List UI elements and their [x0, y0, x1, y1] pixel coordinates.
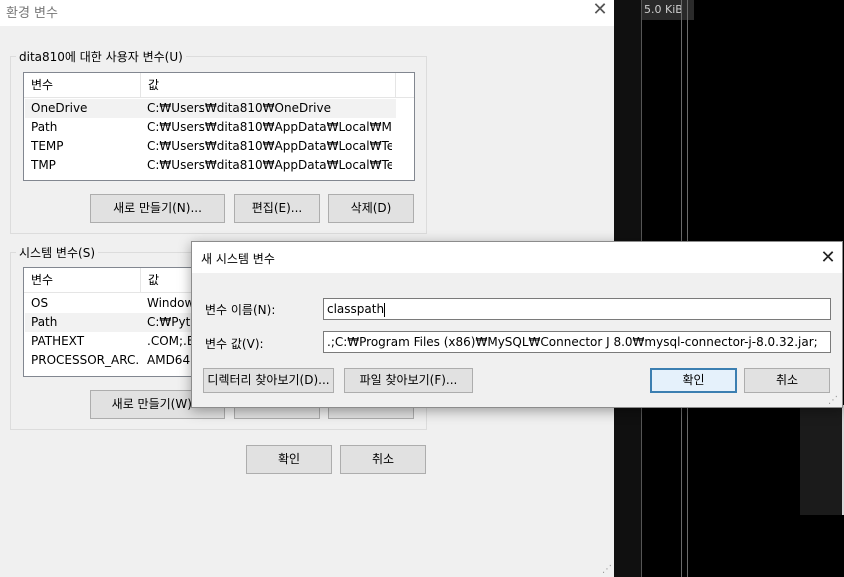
variable-name-label: 변수 이름(N):: [205, 303, 276, 317]
table-row[interactable]: OneDrive C:₩Users₩dita810₩OneDrive: [25, 99, 396, 118]
cancel-button[interactable]: 취소: [340, 445, 426, 474]
table-row[interactable]: Path C:₩Users₩dita810₩AppData₩Local₩Micr…: [25, 118, 396, 137]
scroll-area: [800, 405, 844, 515]
row-name: TMP: [31, 158, 56, 172]
browse-file-button[interactable]: 파일 찾아보기(F)...: [344, 368, 473, 393]
variable-name-value: classpath: [327, 302, 385, 316]
popup-cancel-button[interactable]: 취소: [744, 368, 830, 393]
user-variables-list[interactable]: 변수 값 OneDrive C:₩Users₩dita810₩OneDrive …: [23, 72, 415, 181]
column-header-variable[interactable]: 변수: [24, 73, 141, 98]
popup-ok-button[interactable]: 확인: [650, 368, 737, 393]
user-new-button[interactable]: 새로 만들기(N)...: [90, 194, 225, 223]
text-caret: [384, 302, 386, 317]
list-header: 변수 값: [24, 73, 414, 98]
column-header-variable[interactable]: 변수: [24, 268, 141, 293]
row-name: TEMP: [31, 139, 64, 153]
variable-value-label: 변수 값(V):: [205, 337, 264, 351]
resize-grip-icon[interactable]: ⋰: [602, 564, 614, 576]
row-value: C:₩Users₩dita810₩AppData₩Local₩Temp: [147, 139, 392, 153]
system-variables-label: 시스템 변수(S): [16, 244, 98, 261]
row-name: Path: [31, 315, 58, 329]
close-icon[interactable]: ✕: [588, 0, 612, 22]
popup-title: 새 시스템 변수: [201, 252, 275, 266]
window-title: 환경 변수: [6, 6, 58, 21]
user-variables-label: dita810에 대한 사용자 변수(U): [16, 48, 186, 65]
close-icon[interactable]: ✕: [816, 246, 840, 270]
row-name: OneDrive: [31, 101, 88, 115]
row-name: OS: [31, 296, 49, 310]
variable-name-input[interactable]: classpath: [323, 298, 831, 320]
title-bar: 환경 변수 ✕: [0, 0, 614, 26]
user-delete-button[interactable]: 삭제(D): [328, 194, 414, 223]
table-row[interactable]: TMP C:₩Users₩dita810₩AppData₩Local₩Temp: [25, 156, 396, 175]
row-name: Path: [31, 120, 58, 134]
row-value: C:₩Users₩dita810₩AppData₩Local₩Micro...: [147, 120, 392, 134]
new-system-variable-dialog: 새 시스템 변수 ✕ 변수 이름(N): classpath 변수 값(V): …: [191, 241, 843, 408]
variable-value-input[interactable]: .;C:₩Program Files (x86)₩MySQL₩Connector…: [323, 331, 831, 353]
row-value: C:₩Users₩dita810₩OneDrive: [147, 101, 331, 115]
row-value: C:₩Users₩dita810₩AppData₩Local₩Temp: [147, 158, 392, 172]
column-header-value[interactable]: 값: [141, 73, 396, 98]
ok-button[interactable]: 확인: [246, 445, 332, 474]
variable-value-text: .;C:₩Program Files (x86)₩MySQL₩Connector…: [327, 335, 818, 349]
user-edit-button[interactable]: 편집(E)...: [234, 194, 320, 223]
table-row[interactable]: TEMP C:₩Users₩dita810₩AppData₩Local₩Temp: [25, 137, 396, 156]
resize-grip-icon[interactable]: ⋰: [828, 395, 840, 407]
popup-title-bar: 새 시스템 변수 ✕: [192, 242, 842, 273]
row-name: PATHEXT: [31, 334, 85, 348]
browse-directory-button[interactable]: 디렉터리 찾아보기(D)...: [203, 368, 334, 393]
row-name: PROCESSOR_ARC...: [31, 353, 139, 367]
